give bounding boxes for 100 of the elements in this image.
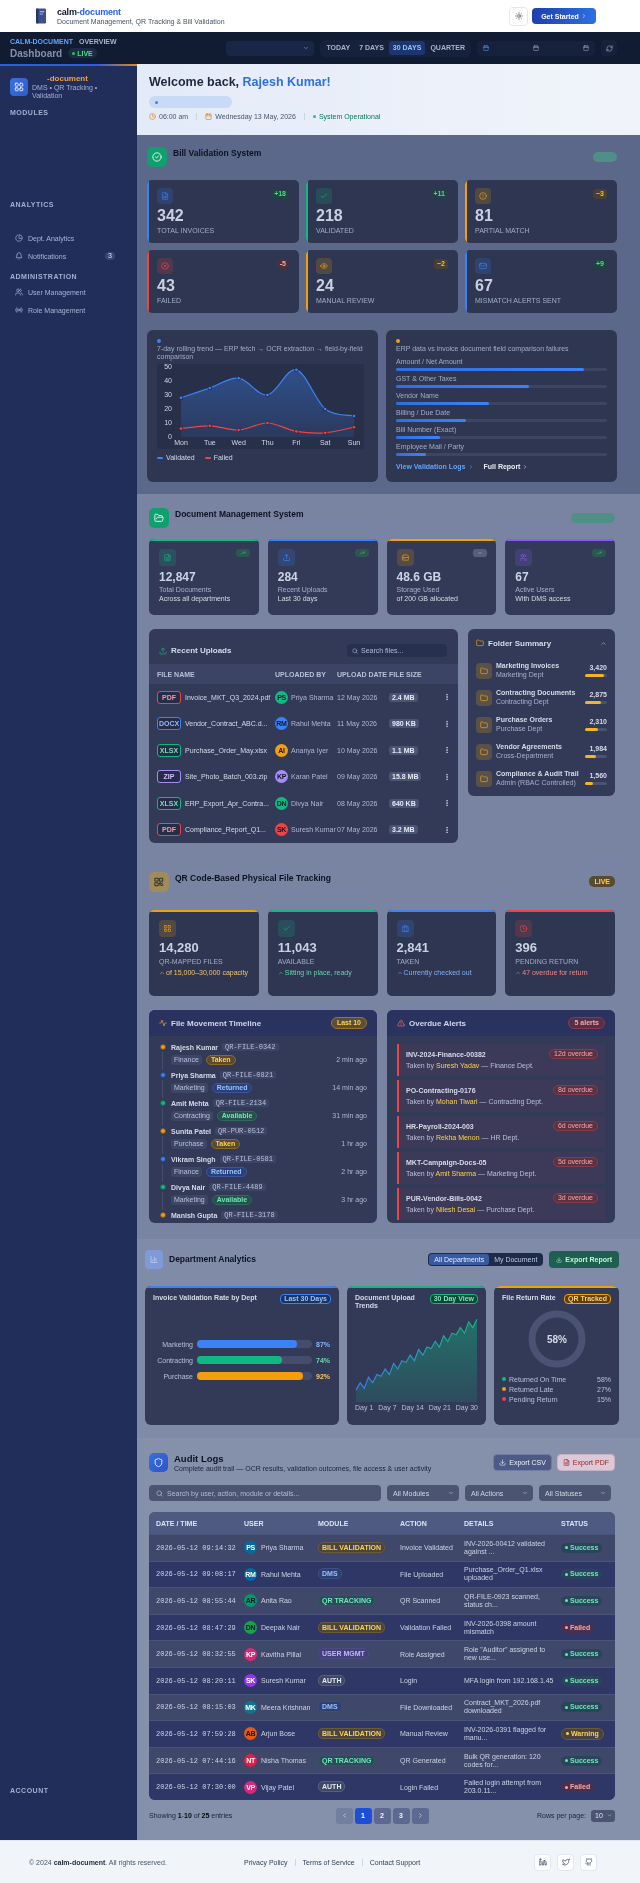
- status-badge: [571, 513, 615, 523]
- stat-value: 218: [316, 208, 344, 224]
- collapse-button[interactable]: [599, 639, 607, 647]
- data-point: [265, 420, 270, 426]
- stat-value: 12,847: [159, 571, 196, 584]
- data-point: [294, 429, 299, 434]
- status-badge: [593, 152, 617, 162]
- github-icon: [584, 1858, 593, 1866]
- live-dot-icon: [72, 51, 76, 55]
- more-button[interactable]: [443, 771, 451, 782]
- more-icon: [443, 693, 451, 702]
- mail-icon: [475, 258, 491, 274]
- card-title: Folder Summary: [488, 638, 552, 648]
- folder-icon: [476, 662, 492, 679]
- chevron-up-icon: [599, 639, 607, 647]
- users-icon: [15, 288, 23, 296]
- bell-icon: [15, 252, 23, 260]
- twitter-button[interactable]: [557, 1853, 574, 1871]
- next-page-button[interactable]: [411, 1807, 429, 1824]
- minus-icon: [473, 549, 488, 557]
- linkedin-icon: [538, 1858, 547, 1866]
- chevron-right-icon: [522, 464, 529, 470]
- caret-icon: [600, 1490, 606, 1496]
- section-title: Document Management System: [175, 509, 304, 519]
- file-icon: [562, 1459, 570, 1466]
- dropdown-field[interactable]: [226, 40, 315, 56]
- brand-name: calm-document: [57, 6, 122, 17]
- check-icon: [277, 920, 295, 937]
- section-title: QR Code-Based Physical File Tracking: [175, 873, 331, 883]
- refresh-icon: [605, 44, 613, 52]
- caret-up-icon: [159, 970, 165, 976]
- grid-icon: [10, 78, 28, 96]
- folder-icon: [476, 743, 492, 760]
- pill-dot-icon: [155, 100, 158, 104]
- status-dot-icon: [159, 1099, 166, 1106]
- caret-up-icon: [277, 970, 284, 976]
- warning-icon: [397, 1019, 405, 1027]
- upload-icon: [277, 549, 295, 566]
- date-range-field[interactable]: [477, 40, 595, 56]
- donut-value: 58%: [546, 1333, 567, 1345]
- data-point: [294, 367, 299, 372]
- folder-icon: [476, 716, 492, 733]
- clock-icon: [515, 920, 533, 937]
- trend-up-icon: [354, 549, 369, 557]
- file-icon: [159, 549, 176, 566]
- linkedin-button[interactable]: [534, 1853, 551, 1871]
- upload-icon: [159, 646, 167, 655]
- stat-value: 2,841: [396, 941, 430, 955]
- status-dot-icon: [159, 1183, 166, 1190]
- chevron-left-icon: [340, 1812, 348, 1820]
- caret-icon: [522, 1490, 528, 1496]
- trend-up-icon: [592, 549, 606, 557]
- status-dot-icon: [159, 1127, 166, 1134]
- caret-up-icon: [396, 970, 403, 976]
- stat-value: 43: [157, 278, 176, 294]
- theme-toggle-button[interactable]: [509, 6, 528, 26]
- data-point: [322, 430, 328, 435]
- chevron-right-icon: [416, 1812, 424, 1820]
- more-icon: [443, 719, 451, 728]
- stat-value: 48.6 GB: [396, 571, 442, 584]
- more-icon: [443, 825, 451, 834]
- refresh-button[interactable]: [601, 40, 617, 56]
- caret-icon: [607, 1813, 612, 1819]
- download-icon: [556, 1256, 563, 1263]
- more-icon: [443, 746, 451, 755]
- more-button[interactable]: [443, 824, 451, 835]
- more-button[interactable]: [443, 692, 451, 703]
- file-icon: [157, 188, 173, 204]
- dot-icon: [396, 339, 400, 343]
- card-title: Overdue Alerts: [409, 1018, 467, 1028]
- data-point: [351, 413, 357, 419]
- hard-drive-icon: [396, 549, 414, 566]
- bird-icon: [561, 1858, 570, 1866]
- section-title: Audit Logs: [174, 1453, 225, 1464]
- more-button[interactable]: [443, 745, 451, 756]
- trend-up-icon: [235, 549, 250, 557]
- more-button[interactable]: [443, 798, 451, 809]
- status-dot-icon: [159, 1043, 166, 1050]
- stat-value: 67: [475, 278, 494, 294]
- clock-icon: [149, 113, 156, 120]
- donut-ring: [528, 1310, 585, 1368]
- stat-value: 284: [277, 571, 298, 584]
- book-icon: [35, 8, 47, 24]
- status-dot-icon: [159, 1211, 166, 1218]
- status-dot-icon: [312, 115, 316, 118]
- section-title: Bill Validation System: [173, 148, 262, 158]
- activity-icon: [159, 1019, 167, 1027]
- stat-value: 24: [316, 278, 335, 294]
- caret-up-icon: [515, 970, 522, 976]
- github-button[interactable]: [580, 1853, 597, 1871]
- calendar-icon: [205, 113, 213, 120]
- check-icon: [316, 188, 332, 204]
- sun-icon: [514, 12, 523, 20]
- calendar-icon: [583, 45, 589, 51]
- download-icon: [499, 1459, 507, 1466]
- more-button[interactable]: [443, 718, 451, 729]
- sidebar-brand-name: -document: [46, 74, 89, 83]
- data-point: [178, 395, 184, 400]
- legend-line-icon: [204, 457, 211, 459]
- caret-icon: [448, 1490, 454, 1496]
